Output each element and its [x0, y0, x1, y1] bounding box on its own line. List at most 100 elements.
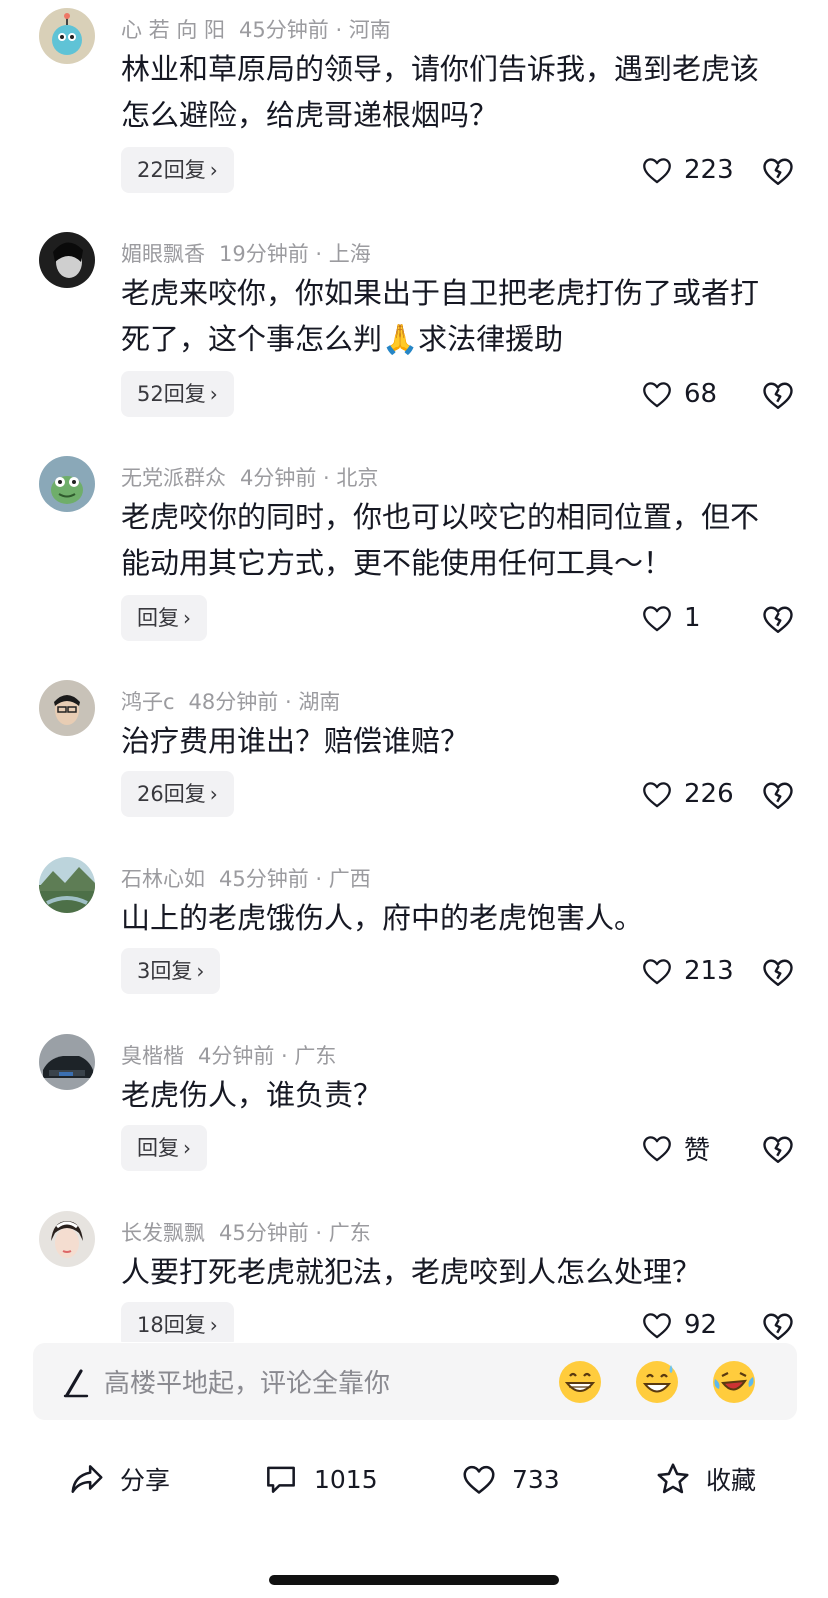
location: 北京: [316, 466, 378, 490]
like-count: 92: [684, 1310, 718, 1340]
avatar[interactable]: [39, 456, 95, 512]
chevron-right-icon: ›: [209, 1313, 218, 1337]
like-count: 226: [684, 779, 734, 809]
chevron-right-icon: ›: [209, 158, 218, 182]
favorite-button[interactable]: 收藏: [654, 1456, 756, 1502]
bottom-action-bar: 分享 1015 733 收藏: [0, 1440, 828, 1520]
view-replies-button[interactable]: 52回复 ›: [121, 371, 234, 417]
dislike-button[interactable]: [760, 954, 796, 990]
comment-meta: 媚眼飘香 19分钟前上海: [121, 238, 371, 268]
reply-label: 3回复: [137, 959, 193, 983]
dislike-button[interactable]: [760, 777, 796, 813]
heart-icon: [643, 158, 671, 184]
heart-icon: [643, 782, 671, 808]
chevron-right-icon: ›: [183, 1136, 191, 1160]
comment-input-bar[interactable]: 高楼平地起，评论全靠你: [33, 1343, 797, 1420]
username[interactable]: 石林心如: [121, 867, 205, 891]
location: 广东: [309, 1221, 371, 1245]
share-arrow-icon: [71, 1465, 103, 1493]
avatar[interactable]: [39, 232, 95, 288]
location: 广西: [309, 867, 371, 891]
like-button[interactable]: 213: [640, 951, 734, 991]
favorite-label: 收藏: [706, 1466, 757, 1495]
like-button[interactable]: 223: [640, 150, 734, 190]
like-button[interactable]: 68: [640, 374, 717, 414]
avatar[interactable]: [39, 8, 95, 64]
view-replies-button[interactable]: 22回复 ›: [121, 147, 234, 193]
dislike-button[interactable]: [760, 1131, 796, 1167]
avatar[interactable]: [39, 1211, 95, 1267]
heart-icon: [463, 1465, 495, 1494]
reply-label: 18回复: [137, 1313, 206, 1337]
chevron-right-icon: ›: [209, 782, 218, 806]
home-indicator[interactable]: [269, 1575, 559, 1585]
broken-heart-icon: [763, 1136, 793, 1163]
heart-icon: [643, 382, 671, 408]
comment-text: 山上的老虎饿伤人，府中的老虎饱害人。: [121, 901, 644, 935]
chevron-right-icon: ›: [196, 959, 205, 983]
comment-text: 老虎咬你的同时，你也可以咬它的相同位置，但不能动用其它方式，更不能使用任何工具～…: [121, 500, 760, 580]
like-count: 赞: [684, 1135, 711, 1166]
reply-label: 回复: [137, 606, 179, 630]
comment-meta: 心 若 向 阳 45分钟前河南: [121, 14, 391, 44]
dislike-button[interactable]: [760, 377, 796, 413]
view-replies-button[interactable]: 3回复 ›: [121, 948, 221, 994]
comment-meta: 鸿子c 48分钟前湖南: [121, 686, 340, 716]
timestamp: 19分钟前: [219, 242, 309, 266]
username[interactable]: 媚眼飘香: [121, 242, 205, 266]
reply-label: 22回复: [137, 158, 206, 182]
comment-meta: 长发飘飘 45分钟前广东: [121, 1217, 371, 1247]
broken-heart-icon: [763, 959, 793, 986]
username[interactable]: 心 若 向 阳: [121, 18, 225, 42]
like-count: 223: [684, 155, 734, 185]
broken-heart-icon: [763, 158, 793, 185]
like-count: 1: [684, 603, 701, 633]
like-button[interactable]: 1: [640, 598, 701, 638]
view-replies-button[interactable]: 18回复 ›: [121, 1302, 234, 1342]
comment-list[interactable]: 心 若 向 阳45分钟前河南 林业和草原局的领导，请你们告诉我，遇到老虎该怎么避…: [0, 0, 828, 1342]
broken-heart-icon: [763, 606, 793, 633]
location: 河南: [329, 18, 391, 42]
timestamp: 48分钟前: [188, 690, 279, 714]
share-button[interactable]: 分享: [68, 1456, 170, 1502]
view-replies-button[interactable]: 回复 ›: [121, 595, 207, 641]
avatar[interactable]: [39, 680, 95, 736]
like-count: 213: [684, 956, 734, 986]
like-button[interactable]: 92: [640, 1305, 717, 1342]
like-button[interactable]: 226: [640, 774, 734, 814]
comment-button[interactable]: 1015: [262, 1456, 378, 1502]
comment-meta: 石林心如 45分钟前广西: [121, 863, 371, 893]
grin-emoji-icon[interactable]: [557, 1359, 603, 1405]
username[interactable]: 长发飘飘: [121, 1221, 205, 1245]
dislike-button[interactable]: [760, 1308, 796, 1342]
chevron-right-icon: ›: [209, 382, 218, 406]
timestamp: 45分钟前: [239, 18, 329, 42]
share-label: 分享: [120, 1466, 171, 1495]
avatar[interactable]: [39, 857, 95, 913]
dislike-button[interactable]: [760, 601, 796, 637]
avatar[interactable]: [39, 1034, 95, 1090]
broken-heart-icon: [763, 782, 793, 809]
like-post-button[interactable]: 733: [460, 1456, 560, 1502]
like-count: 68: [684, 379, 718, 409]
rofl-emoji-icon[interactable]: [711, 1359, 757, 1405]
username[interactable]: 臭楷楷: [121, 1044, 184, 1068]
reply-label: 52回复: [137, 382, 206, 406]
location: 上海: [309, 242, 371, 266]
view-replies-button[interactable]: 26回复 ›: [121, 771, 234, 817]
view-replies-button[interactable]: 回复 ›: [121, 1125, 207, 1171]
sweat-grin-emoji-icon[interactable]: [634, 1359, 680, 1405]
location: 湖南: [278, 690, 340, 714]
like-button[interactable]: 赞: [640, 1128, 710, 1168]
username[interactable]: 无党派群众: [121, 466, 226, 490]
comment-text: 林业和草原局的领导，请你们告诉我，遇到老虎该怎么避险，给虎哥递根烟吗？: [121, 52, 760, 132]
comment-input-placeholder[interactable]: 高楼平地起，评论全靠你: [104, 1363, 390, 1400]
username[interactable]: 鸿子c: [121, 690, 175, 714]
reply-label: 回复: [137, 1136, 179, 1160]
chevron-right-icon: ›: [183, 606, 191, 630]
comment-count: 1015: [314, 1464, 378, 1494]
heart-icon: [643, 1313, 671, 1339]
timestamp: 45分钟前: [219, 1221, 309, 1245]
dislike-button[interactable]: [760, 153, 796, 189]
comment-text: 老虎来咬你，你如果出于自卫把老虎打伤了或者打死了，这个事怎么判🙏求法律援助: [121, 276, 760, 356]
